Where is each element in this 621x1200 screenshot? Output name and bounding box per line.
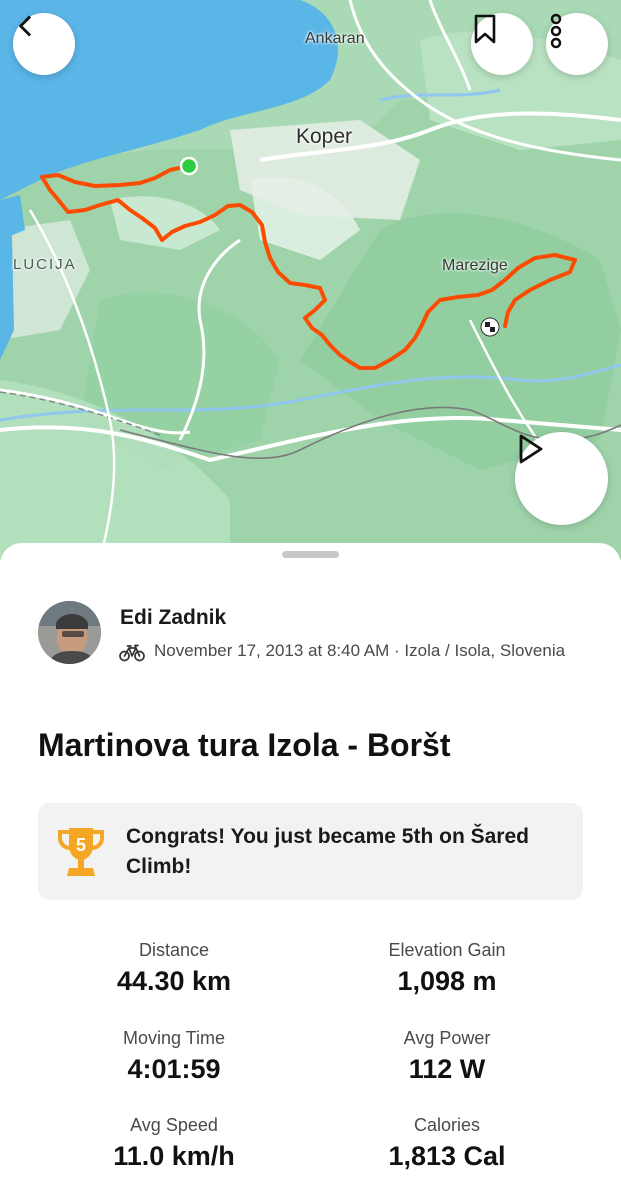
stat-label: Moving Time	[122, 1028, 226, 1048]
athlete-avatar[interactable]	[38, 601, 101, 664]
stat-avg-speed: Avg Speed 11.0 km/h	[44, 1113, 304, 1173]
play-icon	[519, 434, 543, 464]
stat-label: Elevation Gain	[388, 940, 506, 960]
sheet-drag-handle[interactable]	[282, 551, 339, 558]
chevron-left-icon	[19, 15, 31, 37]
stat-moving-time: Moving Time 4:01:59	[44, 1026, 304, 1086]
stat-value: 44.30 km	[116, 966, 232, 996]
stat-label: Avg Power	[403, 1028, 491, 1048]
stat-distance: Distance 44.30 km	[44, 938, 304, 998]
start-marker	[179, 156, 199, 176]
trophy-icon: 5	[58, 828, 104, 876]
activity-date-location: November 17, 2013 at 8:40 AM · Izola / I…	[154, 641, 566, 660]
stat-value: 1,098 m	[397, 966, 497, 996]
bookmark-button[interactable]	[471, 13, 533, 75]
stat-elevation-gain: Elevation Gain 1,098 m	[317, 938, 577, 998]
athlete-name[interactable]: Edi Zadnik	[120, 606, 226, 630]
more-options-button[interactable]	[546, 13, 608, 75]
more-vertical-icon	[550, 13, 562, 49]
stat-value: 4:01:59	[127, 1054, 221, 1084]
map-label-koper: Koper	[296, 125, 353, 148]
achievement-text: Congrats! You just became 5th on Šared C…	[126, 825, 529, 878]
trophy-rank: 5	[76, 835, 86, 855]
activity-title: Martinova tura Izola - Boršt	[38, 727, 451, 763]
finish-marker	[480, 317, 500, 337]
map-label-ankaran: Ankaran	[305, 30, 365, 47]
play-flyover-button[interactable]	[515, 432, 608, 525]
bike-icon	[119, 644, 145, 662]
back-button[interactable]	[13, 13, 75, 75]
route-map[interactable]: Ankaran Koper LUCIJA Marezige	[0, 0, 621, 560]
map-label-marezige: Marezige	[442, 257, 508, 274]
stat-label: Avg Speed	[130, 1115, 218, 1135]
map-label-lucija: LUCIJA	[13, 256, 77, 273]
activity-sheet: Edi Zadnik November 17, 2013 at 8:40 AM …	[0, 543, 621, 1200]
achievement-banner[interactable]: 5 Congrats! You just became 5th on Šared…	[38, 803, 583, 900]
stat-value: 112 W	[408, 1054, 486, 1084]
stat-value: 1,813 Cal	[388, 1141, 506, 1171]
stat-value: 11.0 km/h	[113, 1141, 235, 1171]
stat-avg-power: Avg Power 112 W	[317, 1026, 577, 1086]
stat-calories: Calories 1,813 Cal	[317, 1113, 577, 1173]
bookmark-icon	[474, 14, 496, 44]
stat-label: Calories	[413, 1115, 481, 1135]
stat-label: Distance	[138, 940, 210, 960]
